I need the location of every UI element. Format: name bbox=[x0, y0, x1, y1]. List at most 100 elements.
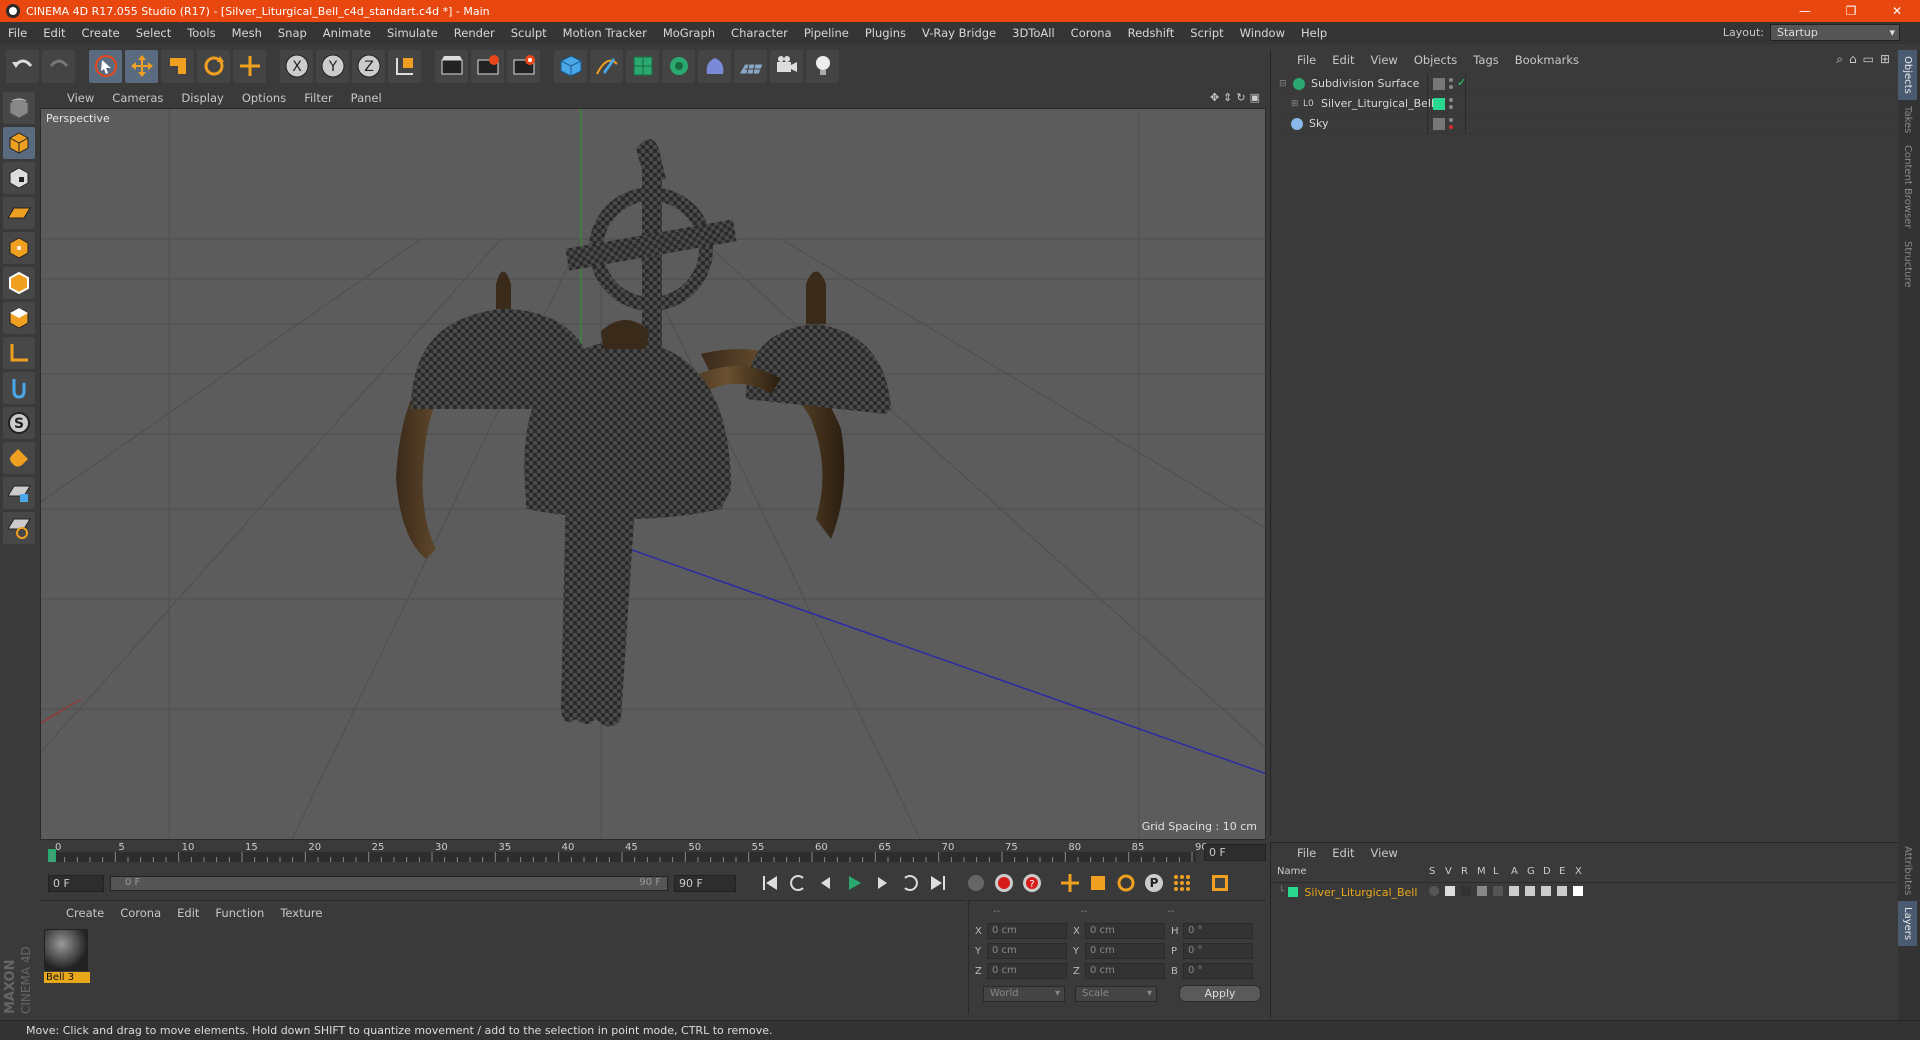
editor-visibility-icon[interactable] bbox=[1433, 118, 1445, 130]
menu-tools[interactable]: Tools bbox=[179, 26, 223, 40]
generator-toggle-icon[interactable] bbox=[1525, 886, 1535, 896]
close-button[interactable]: ✕ bbox=[1874, 0, 1920, 22]
xref-toggle-icon[interactable] bbox=[1573, 886, 1583, 896]
expand-icon[interactable]: ⊞ bbox=[1880, 52, 1890, 67]
z-axis-icon[interactable]: Z bbox=[352, 49, 385, 83]
pen-icon[interactable] bbox=[590, 49, 623, 83]
edges-mode-icon[interactable] bbox=[3, 267, 35, 299]
render-view-icon[interactable] bbox=[435, 49, 468, 83]
menu-redshift[interactable]: Redshift bbox=[1120, 26, 1183, 40]
tab-content-browser[interactable]: Content Browser bbox=[1898, 139, 1917, 234]
rotation-h-field[interactable]: 0 ° bbox=[1183, 923, 1253, 939]
coord-mode-dropdown[interactable]: Scale bbox=[1075, 985, 1157, 1002]
objects-menu-tags[interactable]: Tags bbox=[1465, 53, 1506, 67]
layers-menu-view[interactable]: View bbox=[1363, 846, 1406, 860]
coord-system-dropdown[interactable]: World bbox=[983, 985, 1065, 1002]
position-x-field[interactable]: 0 cm bbox=[987, 923, 1067, 939]
material-menu-corona[interactable]: Corona bbox=[112, 906, 169, 920]
move-plus-icon[interactable] bbox=[233, 49, 266, 83]
column-generators[interactable]: G bbox=[1527, 866, 1535, 877]
rotate-icon[interactable] bbox=[197, 49, 230, 83]
objects-menu-bookmarks[interactable]: Bookmarks bbox=[1507, 53, 1587, 67]
render-toggle-icon[interactable] bbox=[1461, 886, 1471, 896]
apply-button[interactable]: Apply bbox=[1179, 985, 1261, 1002]
menu-help[interactable]: Help bbox=[1293, 26, 1335, 40]
tab-layers[interactable]: Layers bbox=[1898, 901, 1917, 947]
layer-row[interactable]: └ Silver_Liturgical_Bell bbox=[1271, 883, 1898, 901]
size-x-field[interactable]: 0 cm bbox=[1085, 923, 1165, 939]
undo-icon[interactable] bbox=[6, 49, 39, 83]
menu-plugins[interactable]: Plugins bbox=[857, 26, 914, 40]
move-icon[interactable] bbox=[125, 49, 158, 83]
home-icon[interactable]: ⌂ bbox=[1849, 52, 1857, 67]
rotation-b-field[interactable]: 0 ° bbox=[1183, 963, 1253, 979]
search-icon[interactable]: ⌕ bbox=[1836, 52, 1843, 67]
viewport-rotate-icon[interactable]: ↻ bbox=[1236, 91, 1245, 104]
new-view-icon[interactable]: ▭ bbox=[1863, 52, 1874, 67]
size-y-field[interactable]: 0 cm bbox=[1085, 943, 1165, 959]
layers-menu-file[interactable]: File bbox=[1289, 846, 1324, 860]
menu-3dtoall[interactable]: 3DToAll bbox=[1004, 26, 1063, 40]
floor-icon[interactable] bbox=[734, 49, 767, 83]
layer-name[interactable]: Silver_Liturgical_Bell bbox=[1304, 886, 1417, 899]
menu-vray-bridge[interactable]: V-Ray Bridge bbox=[914, 26, 1004, 40]
visibility-dot[interactable] bbox=[1449, 98, 1453, 102]
layer-color-swatch[interactable] bbox=[1288, 887, 1299, 897]
column-manager[interactable]: M bbox=[1477, 866, 1486, 877]
menu-script[interactable]: Script bbox=[1182, 26, 1231, 40]
view-toggle-icon[interactable] bbox=[1445, 886, 1455, 896]
menu-pipeline[interactable]: Pipeline bbox=[796, 26, 857, 40]
manager-toggle-icon[interactable] bbox=[1477, 886, 1487, 896]
current-frame-field[interactable]: 0 F bbox=[1204, 844, 1266, 861]
timeline-ruler[interactable]: 0 5 10 15 20 25 30 35 40 45 50 55 60 65 70 75 80 85 90 0 F bbox=[40, 840, 1266, 866]
camera-icon[interactable] bbox=[770, 49, 803, 83]
select-arrow-icon[interactable] bbox=[89, 49, 122, 83]
go-to-end-icon[interactable] bbox=[925, 870, 951, 896]
scale-icon[interactable] bbox=[161, 49, 194, 83]
texture-mode-icon[interactable] bbox=[3, 162, 35, 194]
snap-magnet-icon[interactable] bbox=[3, 442, 35, 474]
material-menu-function[interactable]: Function bbox=[207, 906, 272, 920]
editor-visibility-icon[interactable] bbox=[1433, 78, 1445, 90]
layer-color-swatch[interactable] bbox=[1433, 98, 1445, 110]
start-frame-field[interactable]: 0 F bbox=[48, 874, 104, 892]
size-z-field[interactable]: 0 cm bbox=[1085, 963, 1165, 979]
axis-mode-icon[interactable] bbox=[3, 337, 35, 369]
polygons-mode-icon[interactable] bbox=[3, 302, 35, 334]
collapse-icon[interactable]: ⊟ bbox=[1279, 79, 1289, 89]
visibility-dot[interactable] bbox=[1449, 78, 1453, 82]
tab-takes[interactable]: Takes bbox=[1898, 100, 1917, 139]
tab-attributes[interactable]: Attributes bbox=[1898, 840, 1917, 901]
autokey-icon[interactable]: ? bbox=[1019, 870, 1045, 896]
planar-workplane-icon[interactable] bbox=[3, 512, 35, 544]
menu-motion-tracker[interactable]: Motion Tracker bbox=[555, 26, 655, 40]
model-mode-icon[interactable] bbox=[3, 127, 35, 159]
go-to-start-icon[interactable] bbox=[757, 870, 783, 896]
viewport-maximize-icon[interactable]: ▣ bbox=[1250, 91, 1260, 104]
play-icon[interactable] bbox=[841, 870, 867, 896]
expand-tree-icon[interactable]: ⊞ bbox=[1291, 99, 1301, 109]
menu-corona[interactable]: Corona bbox=[1063, 26, 1120, 40]
end-frame-field[interactable]: 90 F bbox=[674, 874, 736, 892]
object-name[interactable]: Silver_Liturgical_Bell bbox=[1321, 97, 1434, 110]
column-deformers[interactable]: D bbox=[1543, 866, 1551, 877]
objects-menu-edit[interactable]: Edit bbox=[1324, 53, 1362, 67]
timeline-window-icon[interactable] bbox=[1207, 870, 1233, 896]
viewport-menu-cameras[interactable]: Cameras bbox=[103, 91, 172, 105]
viewport-menu-filter[interactable]: Filter bbox=[295, 91, 341, 105]
viewport-menu-view[interactable]: View bbox=[58, 91, 103, 105]
previous-frame-icon[interactable] bbox=[813, 870, 839, 896]
render-picture-viewer-icon[interactable] bbox=[471, 49, 504, 83]
column-expressions[interactable]: E bbox=[1559, 866, 1565, 877]
position-z-field[interactable]: 0 cm bbox=[987, 963, 1067, 979]
key-rotation-icon[interactable] bbox=[1113, 870, 1139, 896]
record-disabled-icon[interactable] bbox=[963, 870, 989, 896]
record-active-icon[interactable] bbox=[991, 870, 1017, 896]
material-swatch[interactable]: Bell 3 bbox=[44, 929, 90, 985]
solo-toggle-icon[interactable] bbox=[1429, 886, 1439, 896]
previous-key-icon[interactable] bbox=[785, 870, 811, 896]
tweak-mode-icon[interactable] bbox=[3, 372, 35, 404]
menu-sculpt[interactable]: Sculpt bbox=[503, 26, 555, 40]
animation-toggle-icon[interactable] bbox=[1509, 886, 1519, 896]
objects-menu-file[interactable]: File bbox=[1289, 53, 1324, 67]
